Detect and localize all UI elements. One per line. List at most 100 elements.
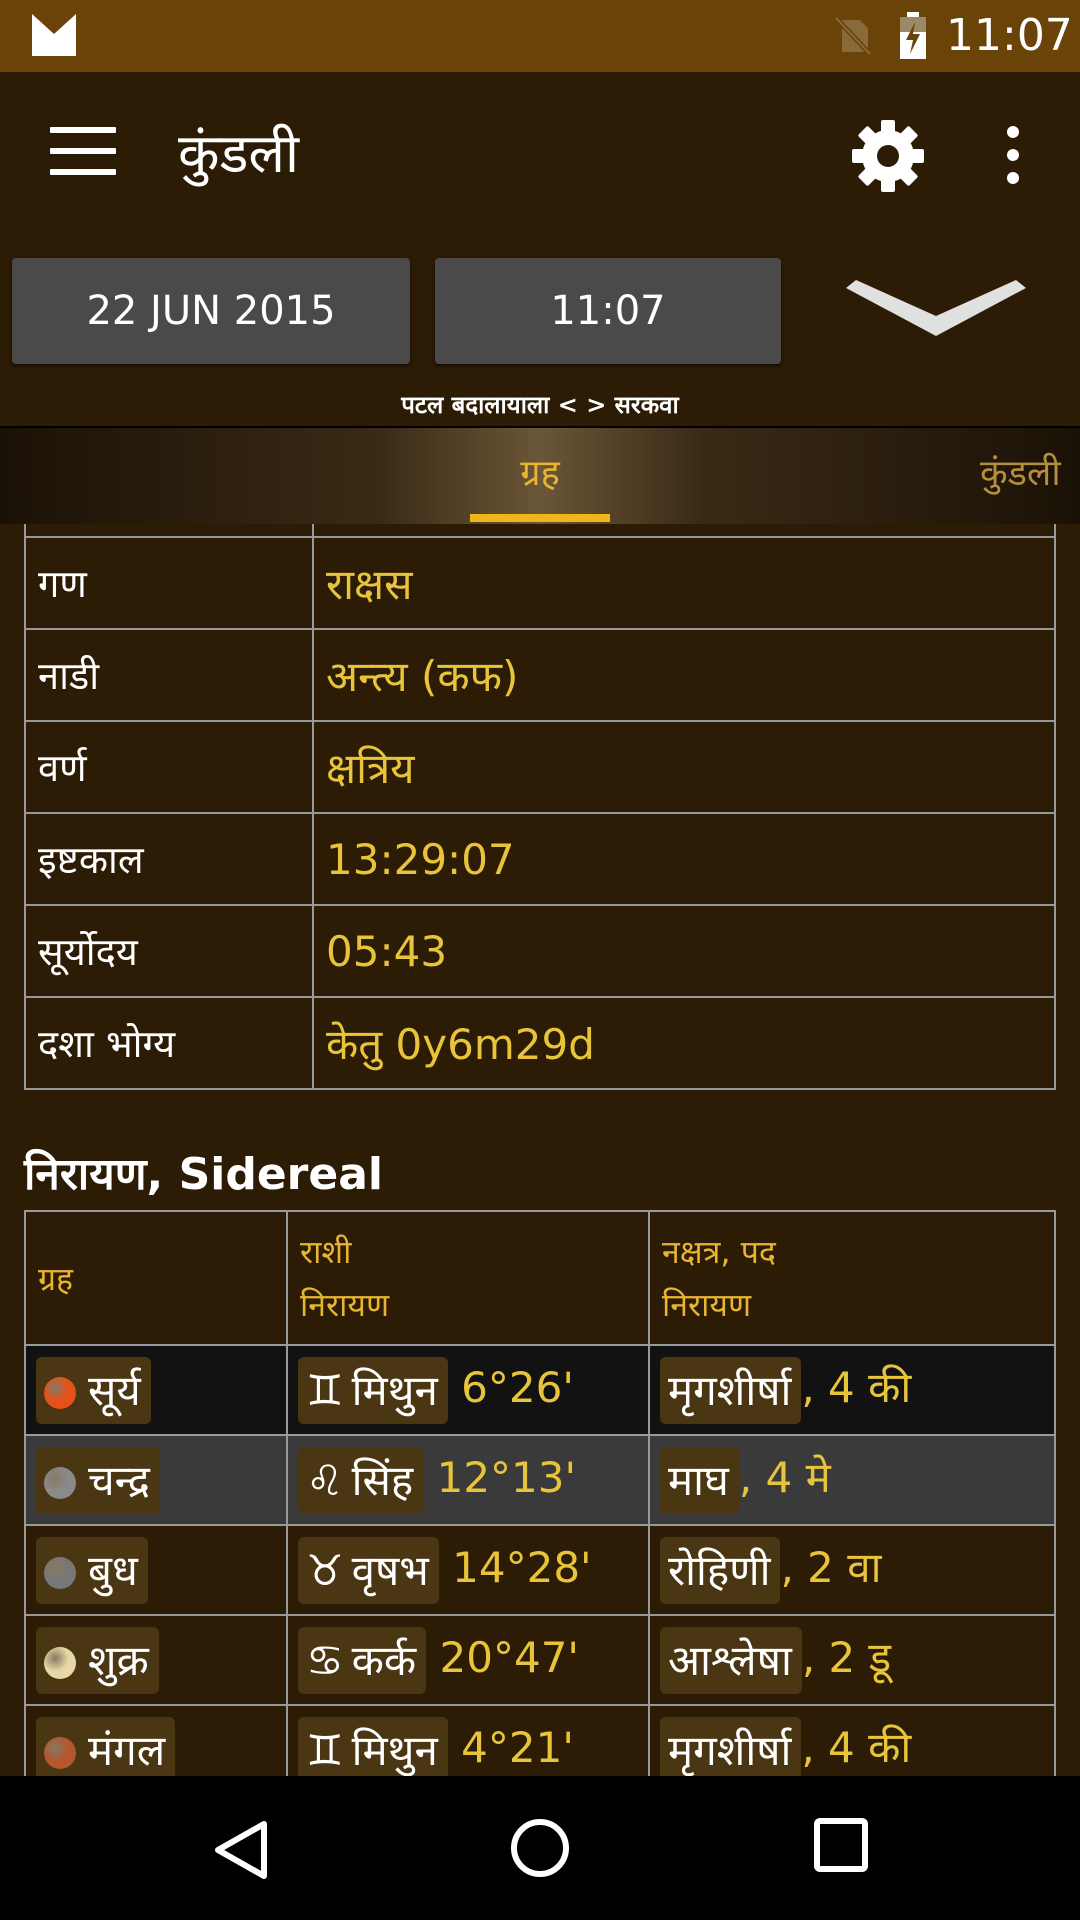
rashi-degree: 20°47' bbox=[439, 1632, 579, 1682]
content-scroll[interactable]: गण राक्षस नाडी अन्त्य (कफ) वर्ण क्षत्रिय… bbox=[0, 524, 1080, 1776]
header-nakshatra-sublabel: निरायण bbox=[662, 1286, 752, 1324]
header-rashi-sublabel: निरायण bbox=[300, 1286, 390, 1324]
rashi-name: कर्क bbox=[351, 1635, 417, 1685]
gemini-icon: ♊ bbox=[306, 1365, 344, 1415]
mercury-icon bbox=[44, 1557, 76, 1589]
info-value: 05:43 bbox=[312, 904, 1056, 998]
cancer-icon: ♋ bbox=[306, 1635, 344, 1685]
rashi-chip[interactable]: ♉ वृषभ bbox=[298, 1536, 439, 1604]
planet-cell: शुक्र bbox=[24, 1614, 288, 1706]
info-value: क्षत्रिय bbox=[312, 720, 1056, 814]
rashi-name: मिथुन bbox=[351, 1725, 438, 1775]
page-title: कुंडली bbox=[178, 122, 299, 185]
mars-icon bbox=[44, 1737, 76, 1769]
planet-chip[interactable]: बुध bbox=[36, 1536, 148, 1604]
table-row[interactable]: मंगल ♊ मिथुन 4°21' मृगशीर्षा, 4 की bbox=[24, 1704, 1056, 1776]
planet-chip[interactable]: सूर्य bbox=[36, 1356, 151, 1424]
table-row: सूर्योदय 05:43 bbox=[24, 904, 1056, 998]
rashi-name: सिंह bbox=[351, 1455, 414, 1505]
table-row: वर्ण क्षत्रिय bbox=[24, 720, 1056, 814]
tab-graha[interactable]: ग्रह bbox=[470, 428, 610, 522]
info-label: वर्ण bbox=[24, 720, 314, 814]
nakshatra-name: रोहिणी bbox=[668, 1545, 771, 1595]
nakshatra-pada: , 4 की bbox=[801, 1362, 912, 1412]
info-table: गण राक्षस नाडी अन्त्य (कफ) वर्ण क्षत्रिय… bbox=[24, 524, 1056, 1090]
time-button[interactable]: 11:07 bbox=[435, 258, 781, 364]
nakshatra-cell: मृगशीर्षा, 4 की bbox=[648, 1704, 1056, 1776]
venus-icon bbox=[44, 1647, 76, 1679]
more-vert-icon[interactable] bbox=[995, 126, 1031, 186]
rashi-chip[interactable]: ♊ मिथुन bbox=[298, 1716, 448, 1776]
leo-icon: ♌ bbox=[306, 1455, 344, 1505]
planet-chip[interactable]: चन्द्र bbox=[36, 1446, 160, 1514]
info-value: केतु 0y6m29d bbox=[312, 996, 1056, 1090]
table-row[interactable]: सूर्य ♊ मिथुन 6°26' मृगशीर्षा, 4 की bbox=[24, 1344, 1056, 1436]
menu-icon[interactable] bbox=[50, 127, 116, 175]
nakshatra-chip[interactable]: मृगशीर्षा bbox=[660, 1716, 802, 1776]
rashi-degree: 12°13' bbox=[436, 1452, 577, 1502]
table-row bbox=[24, 524, 1056, 538]
nakshatra-cell: माघ, 4 मे bbox=[648, 1434, 1056, 1526]
home-icon[interactable] bbox=[508, 1816, 572, 1880]
gear-icon[interactable] bbox=[848, 116, 928, 196]
nakshatra-pada: , 2 वा bbox=[780, 1542, 882, 1592]
nakshatra-name: माघ bbox=[668, 1455, 729, 1505]
info-label: गण bbox=[24, 536, 314, 630]
table-row: नाडी अन्त्य (कफ) bbox=[24, 628, 1056, 722]
table-row[interactable]: शुक्र ♋ कर्क 20°47' आश्लेषा, 2 डू bbox=[24, 1614, 1056, 1706]
rashi-cell: ♊ मिथुन 6°26' bbox=[286, 1344, 650, 1436]
header-rashi: राशी निरायण bbox=[286, 1210, 650, 1346]
navigation-bar bbox=[0, 1776, 1080, 1920]
status-time: 11:07 bbox=[946, 10, 1073, 61]
rashi-degree: 6°26' bbox=[461, 1362, 574, 1412]
header-planet: ग्रह bbox=[24, 1210, 288, 1346]
tab-kundali[interactable]: कुंडली bbox=[980, 428, 1061, 522]
table-row: दशा भोग्य केतु 0y6m29d bbox=[24, 996, 1056, 1090]
nakshatra-chip[interactable]: माघ bbox=[660, 1446, 739, 1514]
nakshatra-name: आश्लेषा bbox=[668, 1635, 792, 1685]
nakshatra-name: मृगशीर्षा bbox=[668, 1365, 792, 1415]
nakshatra-pada: , 4 की bbox=[801, 1722, 912, 1772]
nakshatra-pada: , 2 डू bbox=[801, 1632, 892, 1682]
battery-charging-icon bbox=[900, 12, 926, 59]
table-row[interactable]: बुध ♉ वृषभ 14°28' रोहिणी, 2 वा bbox=[24, 1524, 1056, 1616]
planet-cell: चन्द्र bbox=[24, 1434, 288, 1526]
planet-name: सूर्य bbox=[88, 1365, 141, 1415]
rashi-chip[interactable]: ♌ सिंह bbox=[298, 1446, 424, 1514]
info-label: नाडी bbox=[24, 628, 314, 722]
swipe-hint: पटल बदालायाला < > सरकवा bbox=[401, 391, 679, 419]
nakshatra-name: मृगशीर्षा bbox=[668, 1725, 792, 1775]
planet-name: चन्द्र bbox=[88, 1455, 150, 1505]
app-bar: कुंडली bbox=[0, 72, 1080, 242]
rashi-chip[interactable]: ♊ मिथुन bbox=[298, 1356, 448, 1424]
recents-icon[interactable] bbox=[814, 1818, 868, 1872]
header-nakshatra: नक्षत्र, पद निरायण bbox=[648, 1210, 1056, 1346]
section-title: निरायण, Sidereal bbox=[24, 1149, 383, 1200]
info-label: दशा भोग्य bbox=[24, 996, 314, 1090]
chevron-down-icon[interactable] bbox=[846, 280, 1026, 340]
table-row: गण राक्षस bbox=[24, 536, 1056, 630]
table-row[interactable]: चन्द्र ♌ सिंह 12°13' माघ, 4 मे bbox=[24, 1434, 1056, 1526]
planet-chip[interactable]: मंगल bbox=[36, 1716, 176, 1776]
gmail-icon bbox=[32, 14, 76, 56]
planet-chip[interactable]: शुक्र bbox=[36, 1626, 159, 1694]
rashi-cell: ♌ सिंह 12°13' bbox=[286, 1434, 650, 1526]
nakshatra-chip[interactable]: रोहिणी bbox=[660, 1536, 781, 1604]
nakshatra-cell: मृगशीर्षा, 4 की bbox=[648, 1344, 1056, 1436]
nakshatra-chip[interactable]: मृगशीर्षा bbox=[660, 1356, 802, 1424]
rashi-name: मिथुन bbox=[351, 1365, 438, 1415]
taurus-icon: ♉ bbox=[306, 1545, 344, 1595]
planet-name: बुध bbox=[88, 1545, 138, 1595]
sun-icon bbox=[44, 1377, 76, 1409]
back-icon[interactable] bbox=[210, 1818, 274, 1882]
planet-name: मंगल bbox=[88, 1725, 166, 1775]
rashi-cell: ♋ कर्क 20°47' bbox=[286, 1614, 650, 1706]
info-value: 13:29:07 bbox=[312, 812, 1056, 906]
gemini-icon: ♊ bbox=[306, 1725, 344, 1775]
nakshatra-chip[interactable]: आश्लेषा bbox=[660, 1626, 802, 1694]
nakshatra-cell: आश्लेषा, 2 डू bbox=[648, 1614, 1056, 1706]
rashi-chip[interactable]: ♋ कर्क bbox=[298, 1626, 427, 1694]
rashi-degree: 14°28' bbox=[452, 1542, 592, 1592]
date-button[interactable]: 22 JUN 2015 bbox=[12, 258, 410, 364]
tab-bar: ग्रह कुंडली bbox=[0, 426, 1080, 526]
